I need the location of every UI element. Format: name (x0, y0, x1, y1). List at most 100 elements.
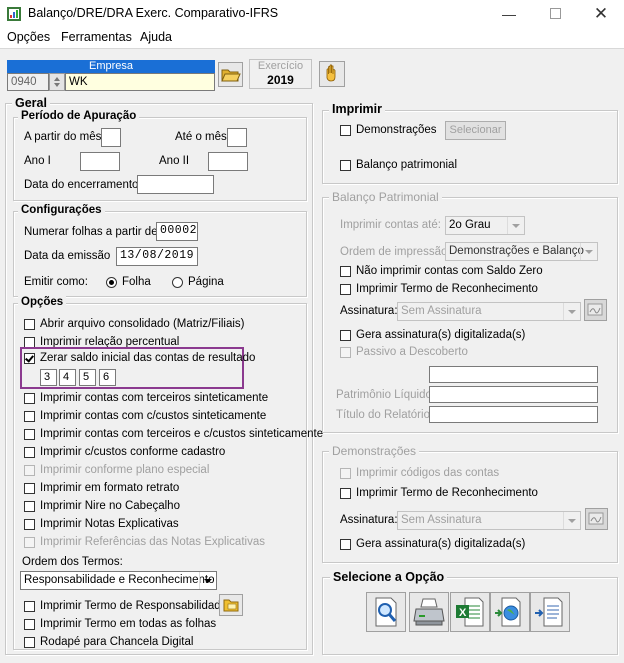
open-folder-button[interactable] (218, 62, 243, 87)
assinatura-select[interactable]: Sem Assinatura (397, 302, 581, 321)
titulo-input[interactable] (429, 406, 598, 423)
ano2-input[interactable] (208, 152, 248, 171)
gera-assinatura-checkbox[interactable] (340, 330, 351, 341)
option-label: Imprimir contas com terceiros e c/custos… (40, 428, 324, 440)
abrir-consolidado-label: Abrir arquivo consolidado (Matriz/Filiai… (40, 318, 245, 330)
demonstracoes-label: Demonstrações (356, 124, 437, 136)
chevron-down-icon (199, 572, 216, 589)
maximize-button[interactable] (532, 0, 578, 28)
digit-input-3[interactable]: 5 (79, 369, 96, 386)
termo-todas-checkbox[interactable] (24, 619, 35, 630)
option-checkbox[interactable] (24, 519, 35, 530)
encerramento-label: Data do encerramento (24, 179, 139, 191)
selecione-title: Selecione a Opção (330, 570, 448, 584)
ate-mes-input[interactable] (227, 128, 247, 147)
zerar-saldo-label: Zerar saldo inicial das contas de result… (40, 352, 256, 364)
option-checkbox[interactable] (24, 429, 35, 440)
assinatura-label: Assinatura: (340, 305, 398, 317)
globe-export-icon (495, 597, 521, 627)
menu-ajuda[interactable]: Ajuda (140, 30, 172, 44)
ordem-termos-select[interactable]: Responsabilidade e Reconhecimento (20, 571, 217, 590)
folder-open-icon (221, 69, 241, 82)
app-icon (7, 7, 21, 21)
folha-radio[interactable] (106, 277, 117, 288)
demonstracoes-checkbox[interactable] (340, 125, 351, 136)
rodape-label: Rodapé para Chancela Digital (40, 636, 194, 648)
pagina-label: Página (188, 276, 224, 288)
demo-termo-checkbox[interactable] (340, 488, 351, 499)
termo-folder-button[interactable] (219, 594, 243, 616)
assinatura-button[interactable] (584, 299, 607, 321)
termo-reconhecimento-checkbox[interactable] (340, 284, 351, 295)
exercicio-label: Exercício (257, 60, 304, 72)
digit-input-4[interactable]: 6 (99, 369, 116, 386)
web-export-button[interactable] (490, 592, 530, 632)
ano2-label: Ano II (159, 155, 190, 167)
saldo-zero-label: Não imprimir contas com Saldo Zero (356, 265, 543, 277)
option-checkbox[interactable] (24, 411, 35, 422)
termo-resp-checkbox[interactable] (24, 601, 35, 612)
printer-icon (413, 598, 445, 626)
passivo-input[interactable] (429, 366, 598, 383)
rodape-checkbox[interactable] (24, 637, 35, 648)
demonstracoes-title: Demonstrações (329, 444, 420, 458)
hand-button[interactable] (319, 61, 345, 87)
option-label: Imprimir c/custos conforme cadastro (40, 446, 226, 458)
termo-reconhecimento-label: Imprimir Termo de Reconhecimento (356, 283, 538, 295)
excel-export-icon: X (456, 597, 484, 627)
menu-opcoes[interactable]: Opções (7, 30, 50, 44)
patrimonio-input[interactable] (429, 386, 598, 403)
abrir-consolidado-checkbox[interactable] (24, 319, 35, 330)
zerar-saldo-checkbox[interactable] (24, 353, 35, 364)
emissao-input[interactable]: 13/08/2019 (116, 247, 198, 266)
encerramento-input[interactable] (137, 175, 214, 194)
demo-gera-checkbox[interactable] (340, 539, 351, 550)
ordem-impressao-label: Ordem de impressão: (340, 246, 451, 258)
passivo-checkbox (340, 347, 351, 358)
spin-arrows-icon (54, 77, 60, 87)
ordem-termos-label: Ordem dos Termos: (22, 556, 123, 568)
demo-assinatura-button[interactable] (585, 508, 608, 530)
preview-button[interactable] (366, 592, 406, 632)
demo-assinatura-select[interactable]: Sem Assinatura (397, 511, 581, 530)
saldo-zero-checkbox[interactable] (340, 266, 351, 277)
demo-assinatura-label: Assinatura: (340, 514, 398, 526)
option-label: Imprimir Notas Explicativas (40, 518, 179, 530)
empresa-name-field[interactable]: WK (65, 73, 215, 91)
document-export-button[interactable] (530, 592, 570, 632)
magnifier-preview-icon (375, 597, 397, 627)
ordem-impressao-select[interactable]: Demonstrações e Balanço (445, 242, 598, 261)
digit-input-2[interactable]: 4 (59, 369, 76, 386)
empresa-spin-button[interactable] (49, 73, 65, 91)
menu-ferramentas[interactable]: Ferramentas (61, 30, 132, 44)
ano1-input[interactable] (80, 152, 120, 171)
balanco-patrimonial-checkbox[interactable] (340, 160, 351, 171)
option-checkbox[interactable] (24, 447, 35, 458)
print-button[interactable] (409, 592, 449, 632)
contas-ate-value: 2o Grau (449, 219, 491, 231)
digit-input-1[interactable]: 3 (40, 369, 57, 386)
option-label-disabled: Imprimir conforme plano especial (40, 464, 210, 476)
a-partir-mes-input[interactable] (101, 128, 121, 147)
opcoes-title: Opções (18, 296, 67, 308)
numerar-input[interactable]: 00002 (156, 222, 198, 241)
option-label: Imprimir contas com terceiros sinteticam… (40, 392, 269, 404)
empresa-code-field[interactable]: 0940 (7, 73, 49, 91)
option-checkbox[interactable] (24, 501, 35, 512)
selecionar-button[interactable]: Selecionar (445, 121, 506, 140)
numerar-label: Numerar folhas a partir de (24, 226, 158, 238)
termo-resp-label: Imprimir Termo de Responsabilidade (40, 600, 228, 612)
close-button[interactable]: ✕ (578, 0, 624, 28)
option-checkbox[interactable] (24, 483, 35, 494)
minimize-button[interactable]: — (486, 0, 532, 28)
pagina-radio[interactable] (172, 277, 183, 288)
signature-icon (587, 303, 603, 316)
config-title: Configurações (18, 204, 105, 216)
contas-ate-select[interactable]: 2o Grau (445, 216, 525, 235)
option-checkbox[interactable] (24, 393, 35, 404)
chevron-down-icon (507, 217, 524, 234)
excel-export-button[interactable]: X (450, 592, 490, 632)
demo-assinatura-value: Sem Assinatura (401, 514, 482, 526)
periodo-title: Período de Apuração (18, 110, 140, 122)
demo-termo-label: Imprimir Termo de Reconhecimento (356, 487, 538, 499)
